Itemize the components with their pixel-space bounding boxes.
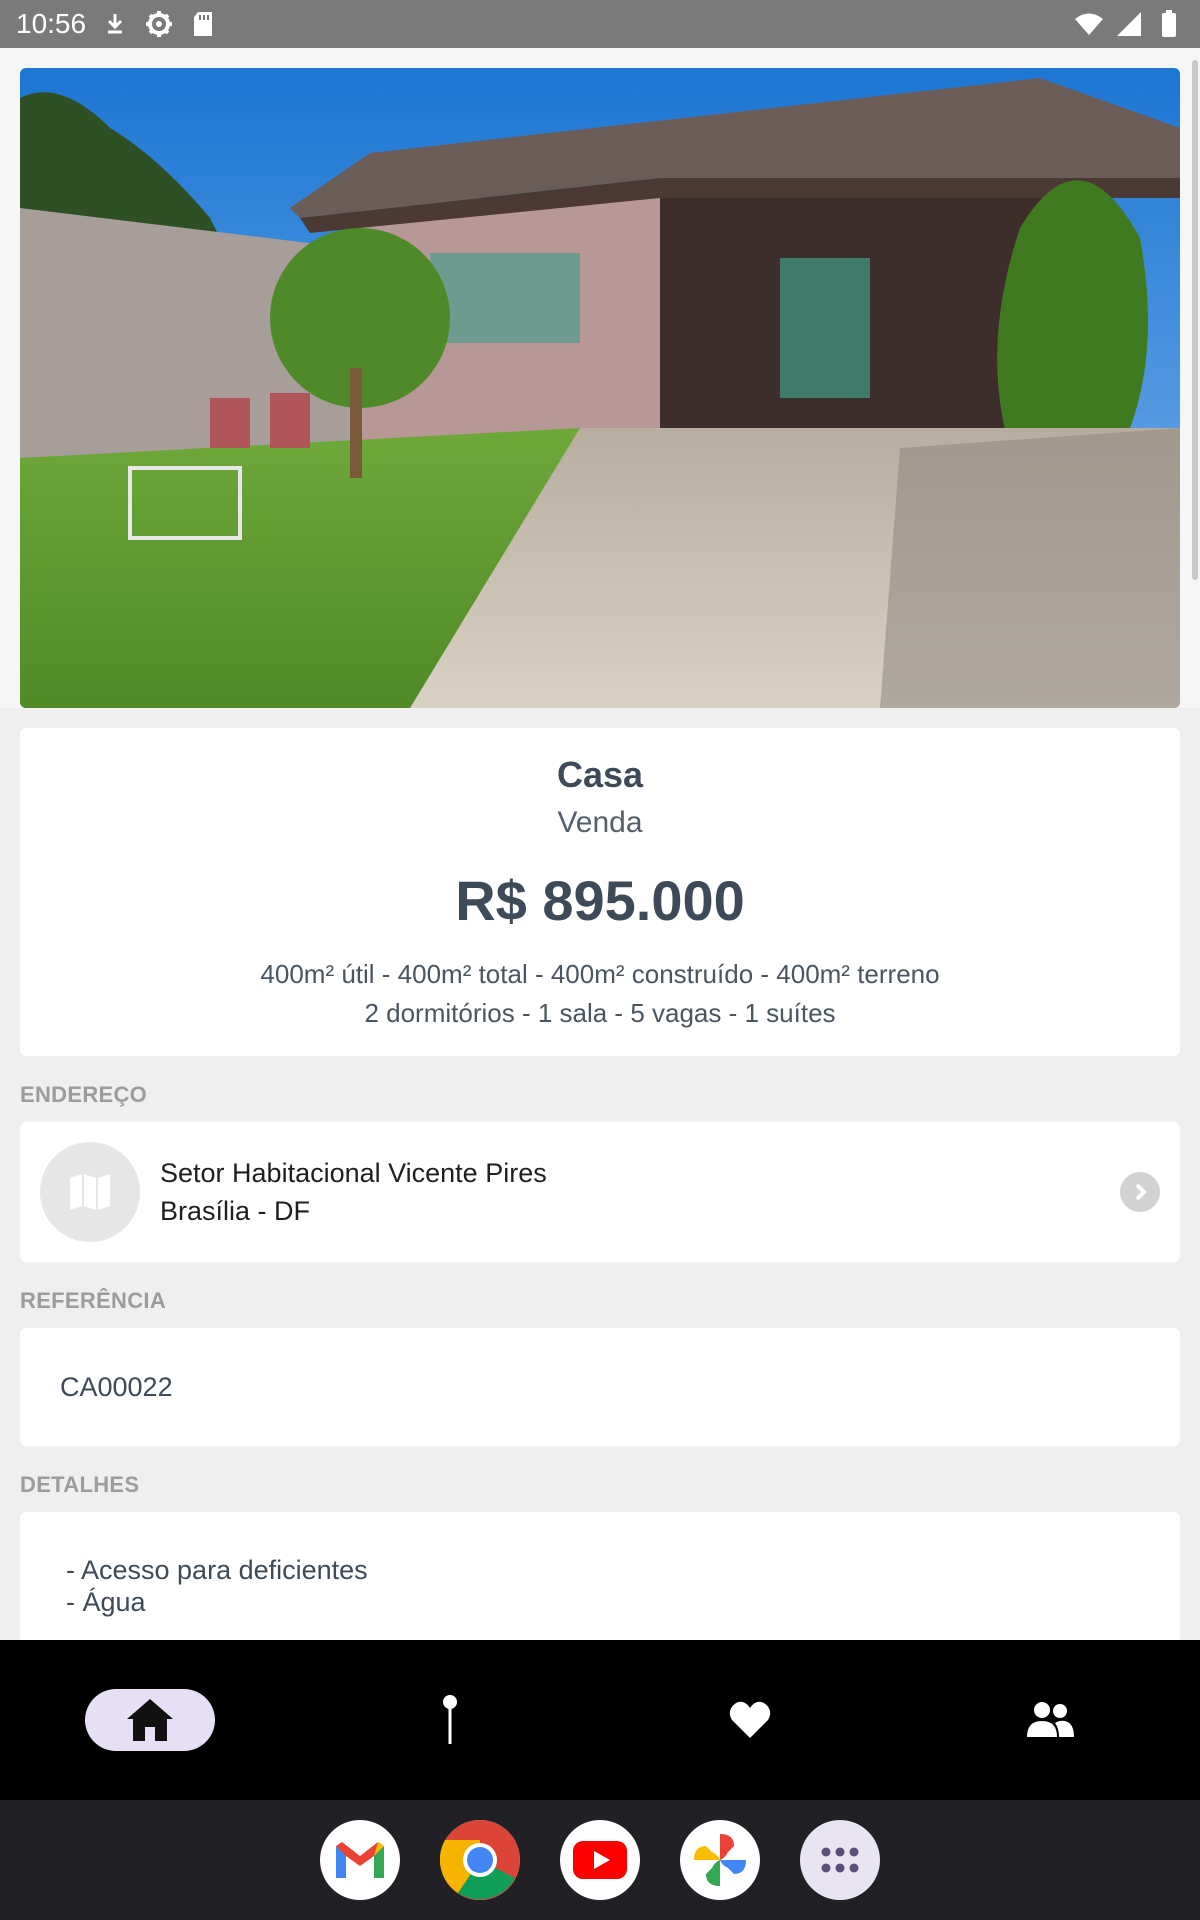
download-icon — [100, 9, 130, 39]
address-text: Setor Habitacional Vicente Pires Brasíli… — [160, 1154, 547, 1230]
address-line-2: Brasília - DF — [160, 1196, 311, 1226]
home-icon — [127, 1699, 173, 1741]
address-card[interactable]: Setor Habitacional Vicente Pires Brasíli… — [20, 1122, 1180, 1262]
nav-map[interactable] — [385, 1689, 515, 1751]
address-section-label: ENDEREÇO — [20, 1082, 148, 1107]
nav-home[interactable] — [85, 1689, 215, 1751]
nav-contacts[interactable] — [985, 1689, 1115, 1751]
detail-item: - Acesso para deficientes — [66, 1555, 368, 1585]
app-dock — [0, 1800, 1200, 1920]
map-pin-icon — [443, 1695, 457, 1744]
reference-card: CA00022 — [20, 1328, 1180, 1446]
listing-detail-scroll[interactable]: Casa Venda R$ 895.000 400m² útil - 400m²… — [0, 48, 1200, 1640]
chrome-icon[interactable] — [440, 1820, 520, 1900]
property-type: Casa — [556, 754, 644, 795]
deal-type: Venda — [557, 806, 643, 839]
hero-section — [0, 48, 1200, 708]
area-info: 400m² útil - 400m² total - 400m² constru… — [260, 959, 940, 989]
details-section-label: DETALHES — [20, 1472, 140, 1497]
price: R$ 895.000 — [455, 869, 745, 932]
status-time: 10:56 — [16, 8, 87, 39]
listing-summary-card: Casa Venda R$ 895.000 400m² útil - 400m²… — [20, 728, 1180, 1056]
reference-section-label: REFERÊNCIA — [20, 1288, 167, 1313]
youtube-icon[interactable] — [560, 1820, 640, 1900]
battery-icon — [1154, 9, 1184, 39]
reference-code: CA00022 — [60, 1371, 173, 1402]
sd-card-icon — [188, 9, 218, 39]
gmail-icon[interactable] — [320, 1820, 400, 1900]
property-photo[interactable] — [20, 68, 1180, 708]
people-icon — [1027, 1702, 1074, 1737]
chevron-right-icon[interactable] — [1120, 1172, 1160, 1212]
detail-item: - Água — [66, 1587, 146, 1617]
details-card: - Acesso para deficientes - Água — [20, 1512, 1180, 1640]
heart-icon — [729, 1701, 771, 1738]
address-line-1: Setor Habitacional Vicente Pires — [160, 1158, 547, 1188]
photos-icon[interactable] — [680, 1820, 760, 1900]
room-info: 2 dormitórios - 1 sala - 5 vagas - 1 suí… — [364, 998, 836, 1028]
app-drawer-icon[interactable] — [800, 1820, 880, 1900]
settings-icon — [144, 9, 174, 39]
scrollbar-thumb[interactable] — [1192, 60, 1198, 580]
bottom-navigation — [0, 1640, 1200, 1800]
status-bar: 10:56 — [0, 0, 1200, 48]
cell-signal-icon — [1114, 9, 1144, 39]
wifi-icon — [1074, 9, 1104, 39]
map-icon — [40, 1142, 140, 1242]
nav-favorites[interactable] — [685, 1689, 815, 1751]
